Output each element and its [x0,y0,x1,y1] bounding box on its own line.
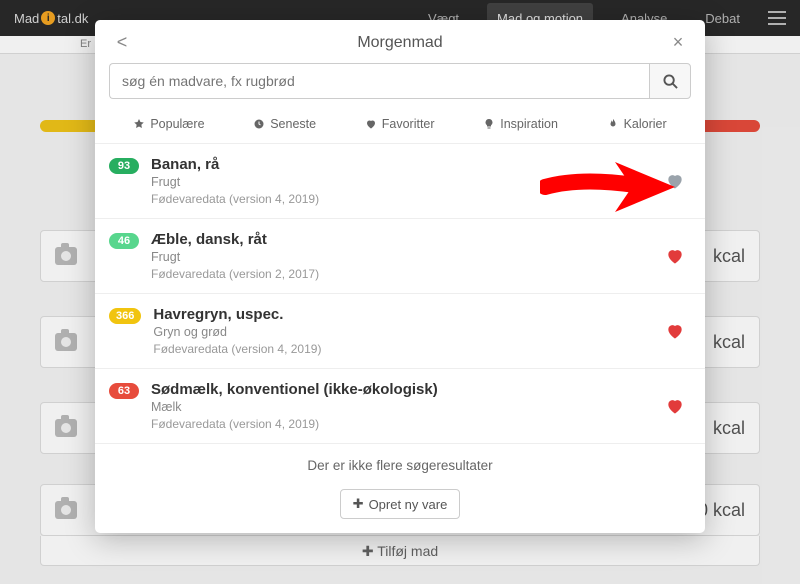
star-icon [133,118,145,130]
modal-header: < Morgenmad × [95,20,705,63]
back-button[interactable]: < [113,32,131,53]
food-title: Sødmælk, konventionel (ikke-økologisk) [151,381,653,398]
search-row [95,63,705,109]
no-more-results: Der er ikke flere søgeresultater [95,444,705,485]
score-badge: 366 [109,308,141,324]
food-item[interactable]: 63 Sødmælk, konventionel (ikke-økologisk… [95,369,705,444]
create-item-button[interactable]: ✚ Opret ny vare [340,489,461,519]
search-input[interactable] [109,63,649,99]
close-button[interactable]: × [669,32,687,53]
tab-favorites[interactable]: Favoritter [359,113,441,135]
filter-tabs: Populære Seneste Favoritter Inspiration … [95,109,705,144]
score-badge: 63 [109,383,139,399]
food-search-modal: < Morgenmad × Populære Seneste Favoritte… [95,20,705,533]
tab-label: Kalorier [624,117,667,131]
tab-inspiration[interactable]: Inspiration [477,113,564,135]
heart-icon [665,171,685,191]
food-item-body: Æble, dansk, råt Frugt Fødevaredata (ver… [151,231,653,281]
favorite-toggle[interactable] [665,246,685,266]
food-source: Fødevaredata (version 4, 2019) [153,342,653,356]
search-button[interactable] [649,63,691,99]
food-item-body: Banan, rå Frugt Fødevaredata (version 4,… [151,156,653,206]
food-category: Gryn og grød [153,325,653,339]
food-title: Banan, rå [151,156,653,173]
tab-label: Favoritter [382,117,435,131]
search-icon [663,74,678,89]
favorite-toggle[interactable] [665,171,685,191]
heart-icon [365,118,377,130]
bulb-icon [483,118,495,130]
plus-icon: ✚ [353,496,364,512]
food-category: Frugt [151,250,653,264]
results-list: 93 Banan, rå Frugt Fødevaredata (version… [95,144,705,444]
tab-label: Populære [150,117,204,131]
food-source: Fødevaredata (version 2, 2017) [151,267,653,281]
heart-icon [665,321,685,341]
food-item[interactable]: 46 Æble, dansk, råt Frugt Fødevaredata (… [95,219,705,294]
favorite-toggle[interactable] [665,396,685,416]
modal-title: Morgenmad [357,34,442,52]
heart-icon [665,246,685,266]
food-item[interactable]: 366 Havregryn, uspec. Gryn og grød Fødev… [95,294,705,369]
food-source: Fødevaredata (version 4, 2019) [151,192,653,206]
food-category: Mælk [151,400,653,414]
heart-icon [665,396,685,416]
food-title: Havregryn, uspec. [153,306,653,323]
food-category: Frugt [151,175,653,189]
create-label: Opret ny vare [369,497,448,512]
food-item-body: Havregryn, uspec. Gryn og grød Fødevared… [153,306,653,356]
food-source: Fødevaredata (version 4, 2019) [151,417,653,431]
tab-recent[interactable]: Seneste [247,113,322,135]
score-badge: 46 [109,233,139,249]
tab-label: Inspiration [500,117,558,131]
clock-icon [253,118,265,130]
food-title: Æble, dansk, råt [151,231,653,248]
favorite-toggle[interactable] [665,321,685,341]
tab-label: Seneste [270,117,316,131]
create-row: ✚ Opret ny vare [95,485,705,519]
flame-icon [607,118,619,130]
tab-popular[interactable]: Populære [127,113,210,135]
food-item[interactable]: 93 Banan, rå Frugt Fødevaredata (version… [95,144,705,219]
tab-calories[interactable]: Kalorier [601,113,673,135]
food-item-body: Sødmælk, konventionel (ikke-økologisk) M… [151,381,653,431]
score-badge: 93 [109,158,139,174]
